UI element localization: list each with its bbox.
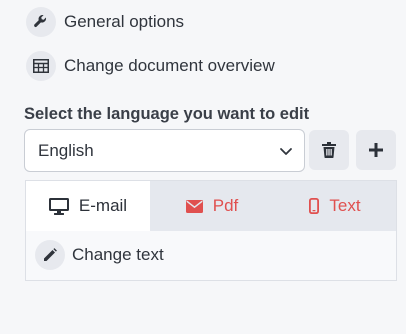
change-document-overview-item[interactable]: Change document overview [26,49,275,83]
plus-icon [369,143,383,157]
pencil-icon [35,240,65,270]
general-options-label: General options [64,12,185,31]
tab-text-label: Text [329,196,361,215]
template-panel: E-mail Pdf Text Change text [25,180,397,281]
tab-text[interactable]: Text [274,181,396,231]
monitor-icon [48,197,69,215]
tab-pdf-label: Pdf [212,196,239,215]
chevron-down-icon [280,147,292,155]
change-text-label: Change text [72,245,164,264]
wrench-icon [26,7,56,37]
mobile-icon [309,198,320,214]
delete-language-button[interactable] [309,130,349,170]
change-document-overview-label: Change document overview [64,56,275,75]
table-icon [26,51,56,81]
tab-pdf[interactable]: Pdf [150,181,274,231]
tab-email-label: E-mail [78,196,128,215]
language-select[interactable]: English [24,129,305,172]
add-language-button[interactable] [356,130,396,170]
envelope-icon [185,199,203,213]
trash-icon [322,142,336,158]
template-tabs: E-mail Pdf Text [26,181,396,231]
tab-email[interactable]: E-mail [26,181,150,231]
general-options-item[interactable]: General options [26,5,184,39]
language-editor-page: General options Change document overview… [0,0,406,334]
change-text-button[interactable]: Change text [35,239,164,271]
language-select-value: English [38,140,94,160]
language-section-title: Select the language you want to edit [24,105,310,123]
